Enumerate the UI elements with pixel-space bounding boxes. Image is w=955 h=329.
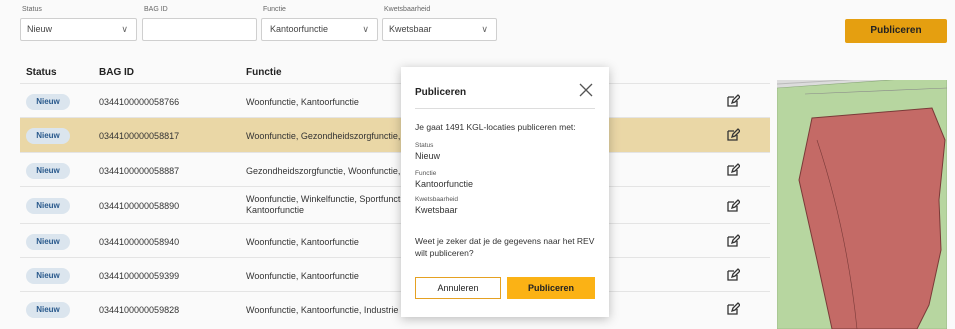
status-badge: Nieuw (26, 234, 70, 250)
table-row[interactable]: Nieuw 0344100000059399 Woonfunctie, Kant… (20, 257, 770, 294)
table-row[interactable]: Nieuw 0344100000058940 Woonfunctie, Kant… (20, 223, 770, 260)
status-badge: Nieuw (26, 163, 70, 179)
column-header-functie[interactable]: Functie (246, 67, 282, 78)
map-canvas (777, 80, 947, 329)
modal-divider (415, 108, 595, 109)
kwetsbaarheid-select[interactable]: Kwetsbaar ∨ (382, 18, 497, 41)
table-header: Status BAG ID Functie (20, 60, 770, 84)
edit-icon[interactable] (726, 128, 740, 142)
kwetsbaarheid-select-value: Kwetsbaar (389, 24, 432, 34)
cancel-button[interactable]: Annuleren (415, 277, 501, 299)
filter-bar: Status Nieuw ∨ BAG ID Functie Kantoorfun… (0, 0, 955, 56)
status-filter-label: Status (22, 6, 42, 13)
bag-id-cell: 0344100000059399 (99, 271, 180, 281)
page: Status Nieuw ∨ BAG ID Functie Kantoorfun… (0, 0, 955, 329)
column-header-status[interactable]: Status (26, 67, 57, 78)
column-header-bag-id[interactable]: BAG ID (99, 67, 134, 78)
functie-cell: Woonfunctie, Kantoorfunctie (246, 237, 359, 247)
bag-id-cell: 0344100000059828 (99, 305, 180, 315)
bag-id-input[interactable] (142, 18, 257, 41)
edit-icon[interactable] (726, 234, 740, 248)
modal-functie-value: Kantoorfunctie (415, 179, 474, 189)
modal-kwetsbaarheid-value: Kwetsbaar (415, 205, 458, 215)
edit-icon[interactable] (726, 163, 740, 177)
status-badge: Nieuw (26, 302, 70, 318)
modal-status-label: Status (415, 142, 434, 149)
modal-question: Weet je zeker dat je de gegevens naar he… (415, 236, 595, 258)
functie-select[interactable]: Kantoorfunctie ∨ (261, 18, 378, 41)
chevron-down-icon: ∨ (121, 24, 128, 34)
modal-title: Publiceren (415, 87, 467, 98)
kwetsbaarheid-filter-label: Kwetsbaarheid (384, 6, 431, 13)
chevron-down-icon: ∨ (481, 24, 488, 34)
bag-id-cell: 0344100000058940 (99, 237, 180, 247)
functie-cell: Woonfunctie, Kantoorfunctie, Industrie (246, 305, 399, 315)
status-badge: Nieuw (26, 128, 70, 144)
bag-filter-label: BAG ID (144, 6, 168, 13)
functie-cell: Gezondheidszorgfunctie, Woonfunctie, (246, 166, 401, 176)
edit-icon[interactable] (726, 94, 740, 108)
modal-kwetsbaarheid-label: Kwetsbaarheid (415, 196, 458, 203)
status-badge: Nieuw (26, 94, 70, 110)
functie-cell: Woonfunctie, Winkelfunctie, Sportfunct K… (246, 194, 401, 215)
bag-id-cell: 0344100000058817 (99, 131, 180, 141)
map-view[interactable] (777, 80, 947, 329)
functie-cell: Woonfunctie, Kantoorfunctie (246, 97, 359, 107)
bag-id-cell: 0344100000058766 (99, 97, 180, 107)
edit-icon[interactable] (726, 268, 740, 282)
table-row[interactable]: Nieuw 0344100000059828 Woonfunctie, Kant… (20, 291, 770, 328)
functie-select-value: Kantoorfunctie (270, 24, 329, 34)
publish-button[interactable]: Publiceren (845, 19, 947, 43)
edit-icon[interactable] (726, 302, 740, 316)
table-row[interactable]: Nieuw 0344100000058890 Woonfunctie, Wink… (20, 186, 770, 225)
status-badge: Nieuw (26, 198, 70, 214)
chevron-down-icon: ∨ (362, 24, 369, 34)
functie-cell: Woonfunctie, Gezondheidszorgfunctie, (246, 131, 401, 141)
table-row[interactable]: Nieuw 0344100000058817 Woonfunctie, Gezo… (20, 117, 770, 154)
status-select-value: Nieuw (27, 24, 53, 34)
modal-functie-label: Functie (415, 170, 437, 177)
table-row[interactable]: Nieuw 0344100000058887 Gezondheidszorgfu… (20, 152, 770, 189)
functie-filter-label: Functie (263, 6, 286, 13)
confirm-publish-button[interactable]: Publiceren (507, 277, 595, 299)
bag-id-cell: 0344100000058890 (99, 201, 180, 211)
publish-modal: Publiceren Je gaat 1491 KGL-locaties pub… (401, 67, 609, 317)
modal-status-value: Nieuw (415, 151, 441, 161)
status-select[interactable]: Nieuw ∨ (20, 18, 137, 41)
bag-id-cell: 0344100000058887 (99, 166, 180, 176)
modal-intro: Je gaat 1491 KGL-locaties publiceren met… (415, 122, 576, 132)
close-icon[interactable] (577, 81, 595, 99)
table-row[interactable]: Nieuw 0344100000058766 Woonfunctie, Kant… (20, 83, 770, 120)
functie-cell: Woonfunctie, Kantoorfunctie (246, 271, 359, 281)
edit-icon[interactable] (726, 199, 740, 213)
status-badge: Nieuw (26, 268, 70, 284)
